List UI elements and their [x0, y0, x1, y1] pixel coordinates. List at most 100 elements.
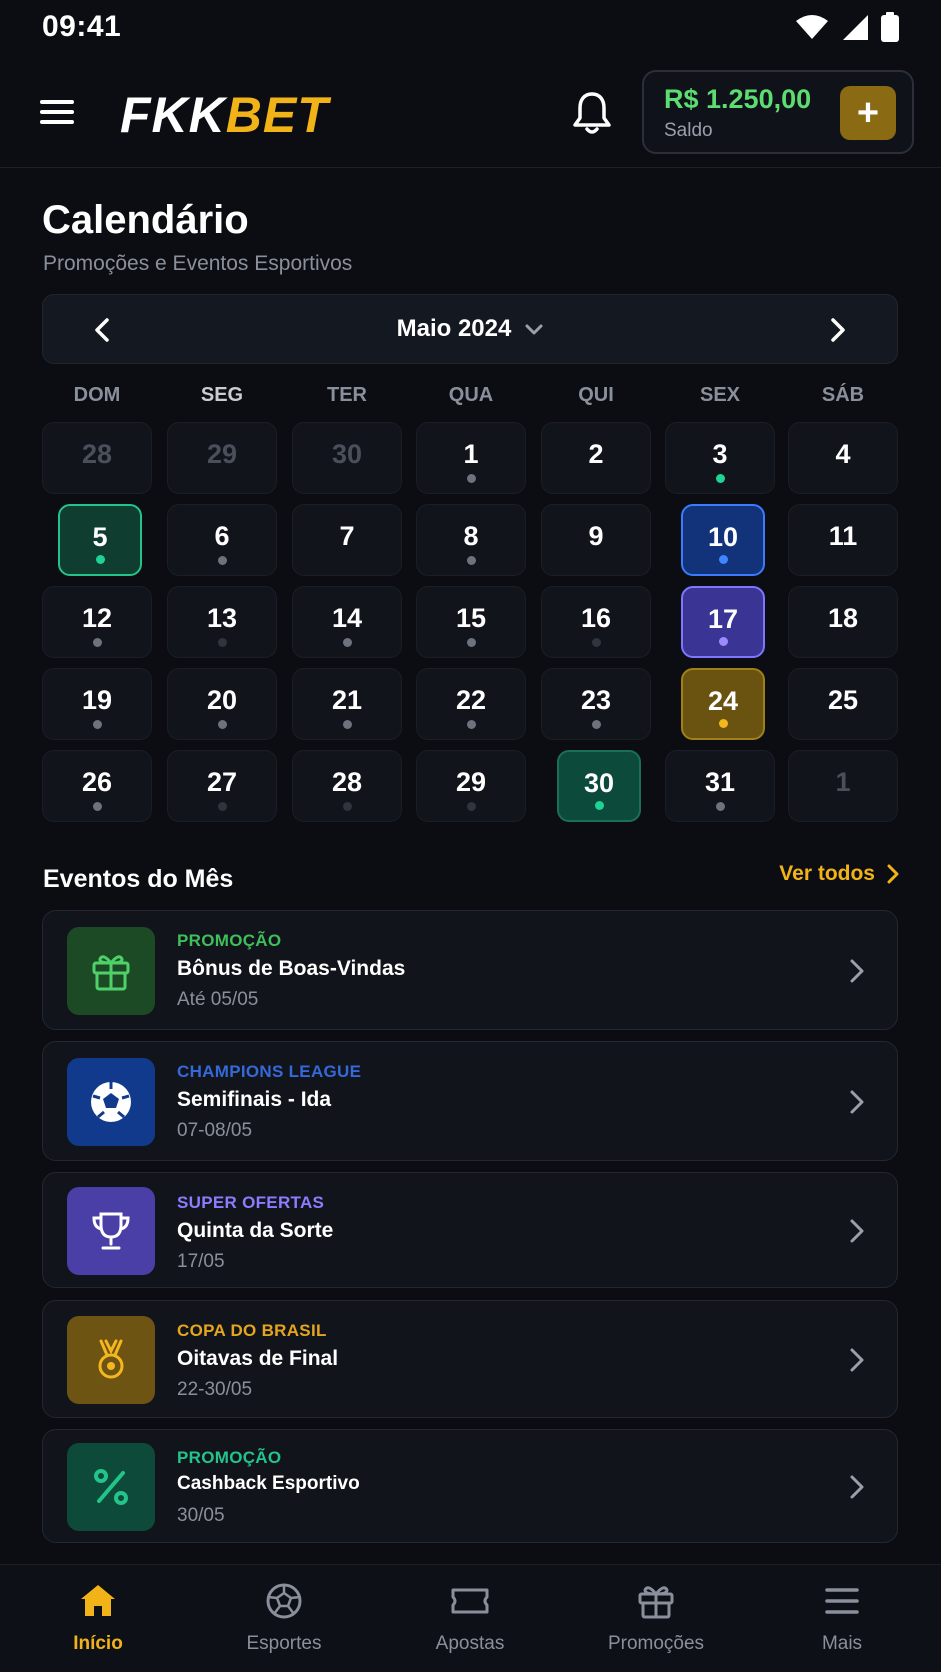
- calendar-day[interactable]: 12: [42, 586, 152, 658]
- calendar-day[interactable]: 30: [292, 422, 402, 494]
- day-number: 4: [835, 439, 851, 469]
- nav-label: Mais: [821, 1633, 863, 1654]
- calendar-day[interactable]: 27: [167, 750, 277, 822]
- calendar-day[interactable]: 14: [292, 586, 402, 658]
- menu-line: [40, 120, 74, 124]
- event-card[interactable]: COPA DO BRASIL Oitavas de Final 22-30/05: [42, 1300, 898, 1418]
- event-date: 30/05: [177, 1505, 225, 1526]
- event-dot: [342, 802, 352, 811]
- chevron-right-icon: [850, 959, 864, 983]
- battery-icon: [881, 12, 899, 42]
- fkkbet-logo[interactable]: FKKBET: [120, 86, 329, 144]
- event-dot: [718, 555, 728, 564]
- calendar-day-highlighted[interactable]: 30: [557, 750, 641, 822]
- calendar-day[interactable]: 7: [292, 504, 402, 576]
- day-number: 28: [331, 767, 363, 797]
- calendar-day[interactable]: 9: [541, 504, 651, 576]
- event-dot: [591, 720, 601, 729]
- nav-more[interactable]: Mais: [762, 1581, 922, 1655]
- calendar-day[interactable]: 21: [292, 668, 402, 740]
- day-number: 20: [206, 685, 238, 715]
- calendar-day[interactable]: 3: [665, 422, 775, 494]
- day-number: 12: [81, 603, 113, 633]
- calendar-day[interactable]: 23: [541, 668, 651, 740]
- nav-home[interactable]: Início: [18, 1581, 178, 1655]
- calendar-day[interactable]: 16: [541, 586, 651, 658]
- signal-icon: [843, 15, 868, 40]
- event-dot: [466, 720, 476, 729]
- balance-widget[interactable]: R$ 1.250,00 Saldo +: [642, 70, 914, 154]
- event-name: Oitavas de Final: [177, 1347, 339, 1370]
- day-number: 8: [463, 521, 479, 551]
- calendar-day[interactable]: 29: [167, 422, 277, 494]
- calendar-day-highlighted[interactable]: 24: [681, 668, 765, 740]
- nav-label: Início: [73, 1633, 123, 1654]
- see-all-label: Ver todos: [779, 862, 875, 885]
- calendar-day-selected[interactable]: 5: [58, 504, 142, 576]
- hamburger-menu-button[interactable]: [40, 94, 80, 134]
- calendar-day[interactable]: 4: [788, 422, 898, 494]
- event-card[interactable]: PROMOÇÃO Cashback Esportivo 30/05: [42, 1429, 898, 1543]
- calendar-day[interactable]: 28: [42, 422, 152, 494]
- calendar-day[interactable]: 8: [416, 504, 526, 576]
- calendar-day[interactable]: 6: [167, 504, 277, 576]
- calendar-day[interactable]: 15: [416, 586, 526, 658]
- calendar-day[interactable]: 1: [788, 750, 898, 822]
- calendar-day[interactable]: 29: [416, 750, 526, 822]
- next-month-button[interactable]: [821, 313, 855, 347]
- logo-accent: BET: [225, 87, 329, 143]
- calendar-day[interactable]: 2: [541, 422, 651, 494]
- nav-sports[interactable]: Esportes: [204, 1581, 364, 1655]
- calendar-day-highlighted[interactable]: 17: [681, 586, 765, 658]
- nav-label: Esportes: [246, 1633, 322, 1654]
- day-number: 6: [214, 521, 230, 551]
- month-dropdown[interactable]: Maio 2024: [43, 315, 897, 343]
- calendar-day[interactable]: 22: [416, 668, 526, 740]
- event-card[interactable]: CHAMPIONS LEAGUE Semifinais - Ida 07-08/…: [42, 1041, 898, 1161]
- chevron-right-icon: [850, 1475, 864, 1499]
- calendar-day[interactable]: 11: [788, 504, 898, 576]
- calendar-day-highlighted[interactable]: 10: [681, 504, 765, 576]
- event-dot: [466, 638, 476, 647]
- nav-promotions[interactable]: Promoções: [576, 1581, 736, 1655]
- weekday-mon: SEG: [200, 384, 244, 406]
- event-dot: [591, 638, 601, 647]
- event-dot: [342, 720, 352, 729]
- day-number: 29: [455, 767, 487, 797]
- day-number: 15: [455, 603, 487, 633]
- calendar-day[interactable]: 20: [167, 668, 277, 740]
- day-number: 11: [828, 521, 858, 551]
- event-card[interactable]: SUPER OFERTAS Quinta da Sorte 17/05: [42, 1172, 898, 1288]
- event-dot: [466, 474, 476, 483]
- nav-label: Apostas: [435, 1633, 505, 1654]
- event-dot: [715, 802, 725, 811]
- calendar-day[interactable]: 19: [42, 668, 152, 740]
- event-category: SUPER OFERTAS: [177, 1193, 325, 1212]
- calendar-day[interactable]: 13: [167, 586, 277, 658]
- bottom-navigation: Início Esportes Apostas Promoções Mais: [0, 1564, 941, 1672]
- calendar-day[interactable]: 28: [292, 750, 402, 822]
- menu-line: [40, 110, 74, 114]
- calendar-day[interactable]: 1: [416, 422, 526, 494]
- nav-bets[interactable]: Apostas: [390, 1581, 550, 1655]
- balance-amount: R$ 1.250,00: [664, 84, 812, 114]
- calendar-day[interactable]: 31: [665, 750, 775, 822]
- event-card[interactable]: PROMOÇÃO Bônus de Boas-Vindas Até 05/05: [42, 910, 898, 1030]
- calendar-day[interactable]: 25: [788, 668, 898, 740]
- bell-icon[interactable]: [570, 90, 614, 138]
- day-number: 31: [704, 767, 736, 797]
- event-dot: [92, 802, 102, 811]
- event-dot: [217, 720, 227, 729]
- soccer-ball-icon: [91, 1082, 131, 1122]
- day-number: 1: [835, 767, 851, 797]
- day-number: 28: [81, 439, 113, 469]
- day-number: 1: [463, 439, 479, 469]
- see-all-link[interactable]: Ver todos: [779, 862, 899, 886]
- calendar-day[interactable]: 26: [42, 750, 152, 822]
- logo-primary: FKK: [120, 87, 226, 143]
- status-bar: 09:41: [0, 0, 941, 56]
- event-dot: [92, 720, 102, 729]
- day-number: 16: [580, 603, 612, 633]
- calendar-day[interactable]: 18: [788, 586, 898, 658]
- deposit-button[interactable]: +: [840, 86, 896, 140]
